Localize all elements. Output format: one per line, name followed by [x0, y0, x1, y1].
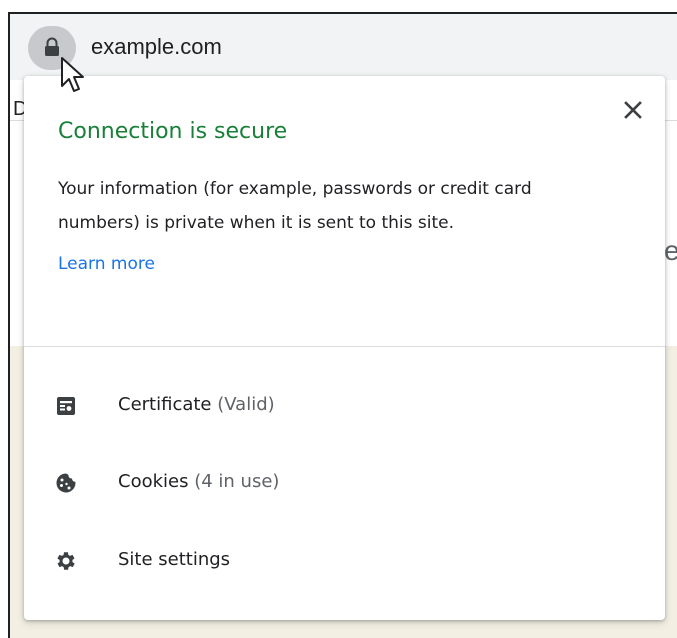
- mouse-cursor-icon: [61, 57, 84, 92]
- connection-info-popup: Connection is secure Your information (f…: [24, 76, 665, 620]
- certificate-icon: [57, 397, 75, 415]
- site-settings-label: Site settings: [118, 549, 231, 570]
- certificate-status: (Valid): [217, 394, 275, 415]
- cookie-icon: [56, 473, 76, 493]
- url-text[interactable]: example.com: [91, 34, 222, 60]
- close-icon: [624, 101, 642, 119]
- site-settings-item[interactable]: Site settings: [24, 531, 665, 591]
- certificate-label: Certificate (Valid): [118, 394, 275, 415]
- cookies-item[interactable]: Cookies (4 in use): [24, 453, 665, 513]
- close-button[interactable]: [619, 96, 647, 124]
- lock-icon: [45, 37, 59, 56]
- gear-icon: [57, 552, 75, 570]
- divider: [24, 346, 665, 347]
- learn-more-link[interactable]: Learn more: [58, 254, 155, 274]
- security-description: Your information (for example, passwords…: [58, 179, 532, 233]
- popup-title: Connection is secure: [58, 119, 288, 144]
- cookies-label: Cookies (4 in use): [118, 471, 280, 492]
- certificate-item[interactable]: Certificate (Valid): [24, 376, 665, 436]
- page-edge-text: e: [664, 235, 677, 266]
- cookies-count: (4 in use): [194, 471, 280, 492]
